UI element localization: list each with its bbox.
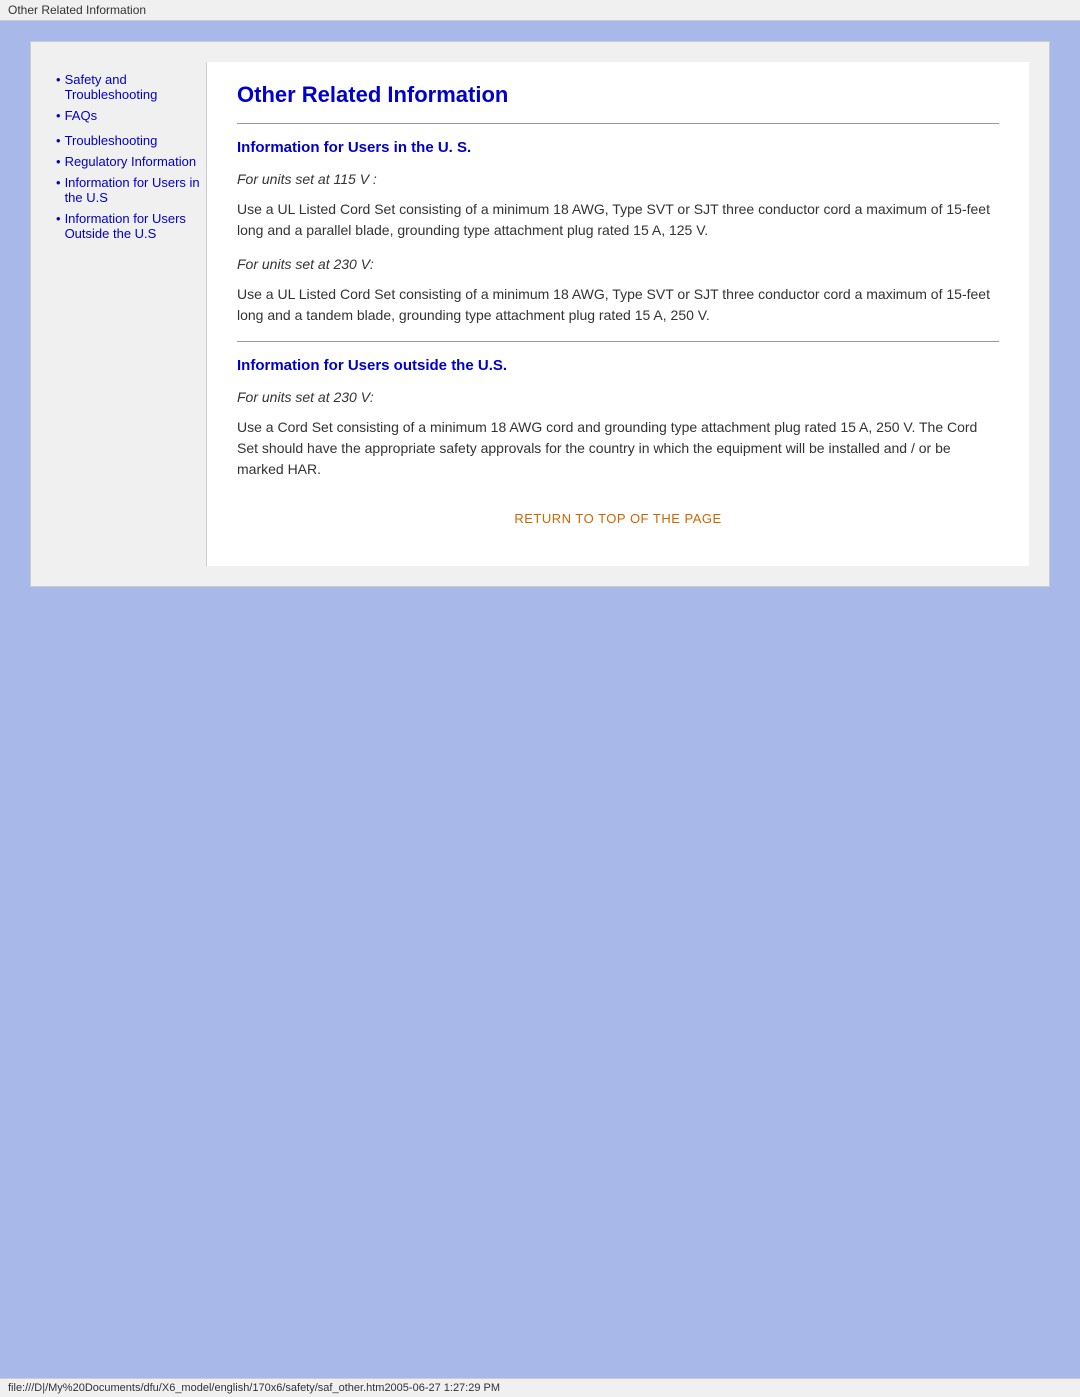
section-us-115v-label: For units set at 115 V :	[237, 171, 999, 187]
status-bar-text: file:///D|/My%20Documents/dfu/X6_model/e…	[8, 1382, 500, 1394]
section-outside-us: Information for Users outside the U.S. F…	[237, 357, 999, 480]
main-container: • Safety and Troubleshooting • FAQs • Tr…	[30, 41, 1050, 587]
section-us-230v-body: Use a UL Listed Cord Set consisting of a…	[237, 284, 999, 326]
title-bar-text: Other Related Information	[8, 3, 146, 17]
sidebar-link-info-us[interactable]: Information for Users in the U.S	[65, 175, 201, 205]
sidebar-link-regulatory[interactable]: Regulatory Information	[65, 154, 197, 169]
sidebar-link-info-outside-us[interactable]: Information for Users Outside the U.S	[65, 211, 201, 241]
sidebar-item-faqs[interactable]: • FAQs	[56, 108, 201, 123]
sidebar-link-safety[interactable]: Safety and Troubleshooting	[65, 72, 201, 102]
sidebar-label-info-outside-us: Information for Users Outside the U.S	[65, 211, 186, 241]
section-outside-us-230v-body: Use a Cord Set consisting of a minimum 1…	[237, 417, 999, 480]
bullet-icon: •	[56, 108, 61, 123]
return-to-top-link[interactable]: RETURN TO TOP OF THE PAGE	[514, 511, 721, 526]
section-us-230v-label: For units set at 230 V:	[237, 256, 999, 272]
content-layout: • Safety and Troubleshooting • FAQs • Tr…	[51, 62, 1029, 566]
page-title: Other Related Information	[237, 82, 999, 108]
bullet-icon: •	[56, 72, 61, 87]
bullet-icon: •	[56, 175, 61, 190]
section-outside-us-title: Information for Users outside the U.S.	[237, 357, 999, 374]
sidebar-label-info-us: Information for Users in the U.S	[65, 175, 200, 205]
section-us: Information for Users in the U. S. For u…	[237, 139, 999, 326]
bullet-icon: •	[56, 154, 61, 169]
sidebar-label-faqs: FAQs	[65, 108, 98, 123]
sidebar-item-troubleshooting[interactable]: • Troubleshooting	[56, 133, 201, 148]
return-link-container[interactable]: RETURN TO TOP OF THE PAGE	[237, 510, 999, 526]
sidebar-link-faqs[interactable]: FAQs	[65, 108, 98, 123]
sidebar-link-troubleshooting[interactable]: Troubleshooting	[65, 133, 158, 148]
title-bar: Other Related Information	[0, 0, 1080, 21]
divider-middle	[237, 341, 999, 342]
bullet-icon: •	[56, 133, 61, 148]
divider-top	[237, 123, 999, 124]
sidebar-item-info-us[interactable]: • Information for Users in the U.S	[56, 175, 201, 205]
content-area: Other Related Information Information fo…	[206, 62, 1029, 566]
sidebar-item-regulatory[interactable]: • Regulatory Information	[56, 154, 201, 169]
bullet-icon: •	[56, 211, 61, 226]
sidebar-label-regulatory: Regulatory Information	[65, 154, 197, 169]
section-us-title: Information for Users in the U. S.	[237, 139, 999, 156]
section-outside-us-230v-label: For units set at 230 V:	[237, 389, 999, 405]
return-to-top-text: RETURN TO TOP OF THE PAGE	[514, 511, 721, 526]
section-us-115v-body: Use a UL Listed Cord Set consisting of a…	[237, 199, 999, 241]
sidebar-label-safety: Safety and Troubleshooting	[65, 72, 158, 102]
status-bar: file:///D|/My%20Documents/dfu/X6_model/e…	[0, 1378, 1080, 1397]
sidebar: • Safety and Troubleshooting • FAQs • Tr…	[51, 62, 206, 566]
sidebar-label-troubleshooting: Troubleshooting	[65, 133, 158, 148]
sidebar-item-info-outside-us[interactable]: • Information for Users Outside the U.S	[56, 211, 201, 241]
sidebar-item-safety[interactable]: • Safety and Troubleshooting	[56, 72, 201, 102]
